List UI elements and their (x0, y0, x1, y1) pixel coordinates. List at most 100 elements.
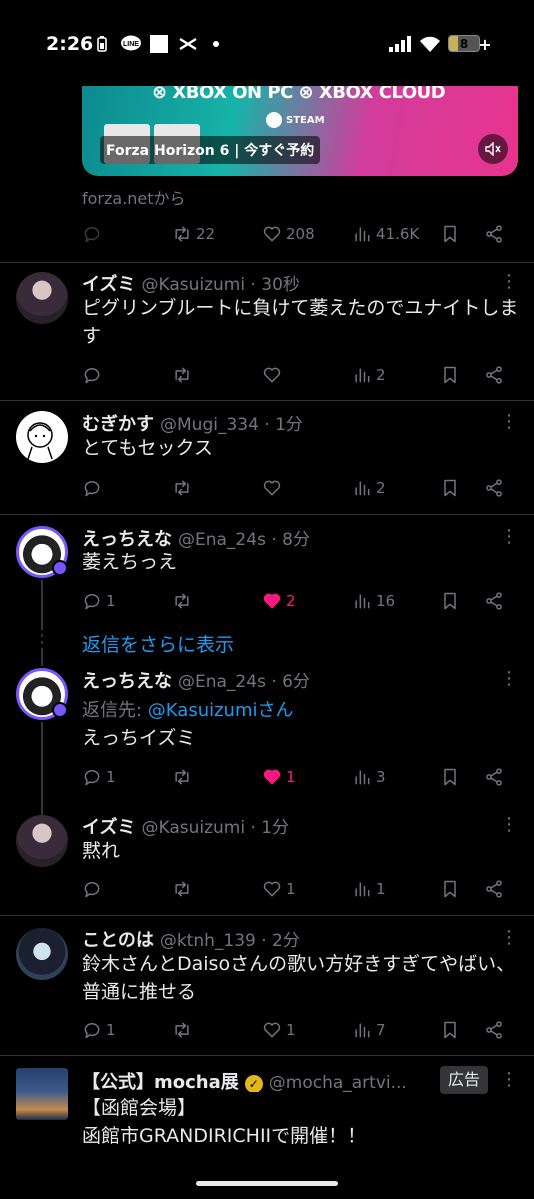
bookmark-button[interactable] (440, 476, 460, 500)
author-name[interactable]: ことのは (82, 926, 154, 950)
avatar[interactable] (16, 815, 68, 867)
views-button[interactable]: 41.6K (352, 222, 419, 246)
more-options-icon[interactable]: ⋮ (500, 928, 518, 948)
reply-button[interactable] (82, 877, 106, 901)
retweet-button[interactable] (172, 363, 196, 387)
reply-to-handle-link[interactable]: @Kasuizumiさん (148, 700, 294, 721)
post-text: 萎えちっえ (82, 551, 178, 573)
share-icon (486, 1021, 502, 1039)
more-options-icon[interactable]: ⋮ (500, 272, 518, 292)
bookmark-button[interactable] (440, 363, 460, 387)
more-options-icon[interactable]: ⋮ (500, 1070, 518, 1090)
author-name[interactable]: イズミ (82, 270, 135, 294)
retweet-button[interactable] (172, 589, 196, 613)
ad-source-link[interactable]: forza.netから (82, 185, 186, 209)
author-name[interactable]: えっちえな (82, 667, 172, 691)
views-button[interactable]: 7 (352, 1018, 386, 1042)
more-options-icon[interactable]: ⋮ (500, 527, 518, 547)
avatar[interactable] (16, 928, 68, 980)
share-button[interactable] (484, 589, 504, 613)
like-button[interactable]: 1 (262, 1018, 296, 1042)
retweet-button[interactable]: 22 (172, 222, 215, 246)
post-actions: 1 1 7 (82, 1018, 512, 1042)
views-count: 41.6K (376, 225, 420, 243)
sketch-face-icon (27, 422, 53, 460)
share-button[interactable] (484, 222, 504, 246)
retweet-button[interactable] (172, 765, 196, 789)
divider (0, 915, 534, 916)
bookmark-button[interactable] (440, 765, 460, 789)
bookmark-button[interactable] (440, 222, 460, 246)
share-button[interactable] (484, 1018, 504, 1042)
reply-button[interactable] (82, 222, 102, 246)
like-button[interactable]: 2 (262, 589, 296, 613)
ad-caption: Forza Horizon 6 | 今すぐ予約 (100, 136, 321, 164)
more-options-icon[interactable]: ⋮ (500, 815, 518, 835)
microphone-badge-icon (52, 702, 68, 718)
author-handle[interactable]: @mocha_artvi... (269, 1073, 407, 1092)
ad-banner-image[interactable]: ⊗ XBOX ON PC ⊗ XBOX CLOUD STEAM Forza Ho… (82, 86, 518, 176)
bookmark-button[interactable] (440, 589, 460, 613)
views-button[interactable]: 1 (352, 877, 386, 901)
reply-button[interactable] (82, 363, 106, 387)
like-button[interactable] (262, 363, 286, 387)
views-count: 2 (376, 479, 386, 497)
post-text: 鈴木さんとDaisoさんの歌い方好きすぎてやばい、普通に推せる (82, 953, 516, 1003)
views-button[interactable]: 2 (352, 363, 386, 387)
reply-button[interactable]: 1 (82, 589, 116, 613)
retweet-button[interactable] (172, 476, 196, 500)
author-name[interactable]: えっちえな (82, 525, 172, 549)
views-button[interactable]: 16 (352, 589, 395, 613)
more-options-icon[interactable]: ⋮ (500, 412, 518, 432)
thread-dot (41, 634, 43, 637)
views-chart-icon (355, 481, 370, 496)
author-name[interactable]: 【公式】mocha展 (82, 1068, 239, 1092)
ad-steam-text: STEAM (286, 114, 325, 126)
more-options-icon[interactable]: ⋮ (500, 669, 518, 689)
retweet-icon (175, 593, 189, 609)
author-handle-time[interactable]: @Ena_24s · 6分 (178, 667, 310, 691)
views-button[interactable]: 3 (352, 765, 386, 789)
post-actions: 1 1 3 (82, 765, 512, 789)
author-handle-time[interactable]: @Ena_24s · 8分 (178, 525, 310, 549)
reply-icon (84, 770, 100, 786)
retweet-icon (175, 480, 189, 496)
like-button[interactable]: 1 (262, 765, 296, 789)
reply-button[interactable]: 1 (82, 1018, 116, 1042)
share-button[interactable] (484, 363, 504, 387)
share-button[interactable] (484, 765, 504, 789)
avatar[interactable] (16, 272, 68, 324)
author-name[interactable]: むぎかす (82, 410, 154, 434)
share-icon (486, 880, 502, 898)
share-button[interactable] (484, 476, 504, 500)
heart-icon (263, 226, 281, 242)
retweet-icon (175, 881, 189, 897)
reply-icon (84, 594, 100, 610)
author-handle-time[interactable]: @Kasuizumi · 30秒 (141, 270, 299, 294)
author-handle-time[interactable]: @ktnh_139 · 2分 (160, 926, 300, 950)
reply-button[interactable]: 1 (82, 765, 116, 789)
reply-button[interactable] (82, 476, 106, 500)
like-button[interactable]: 208 (262, 222, 315, 246)
bookmark-button[interactable] (440, 877, 460, 901)
battery-level: 8 (459, 36, 469, 51)
author-handle-time[interactable]: @Kasuizumi · 1分 (141, 813, 289, 837)
heart-icon (263, 881, 281, 897)
bookmark-button[interactable] (440, 1018, 460, 1042)
avatar[interactable] (16, 411, 68, 463)
thread-line (41, 580, 43, 630)
avatar[interactable] (16, 1068, 68, 1120)
like-button[interactable] (262, 476, 286, 500)
home-indicator-bar[interactable] (196, 1181, 338, 1186)
mute-button[interactable] (478, 134, 508, 164)
retweet-button[interactable] (172, 1018, 196, 1042)
views-button[interactable]: 2 (352, 476, 386, 500)
post-actions: 2 (82, 476, 512, 500)
like-button[interactable]: 1 (262, 877, 296, 901)
retweet-button[interactable] (172, 877, 196, 901)
share-button[interactable] (484, 877, 504, 901)
author-name[interactable]: イズミ (82, 813, 135, 837)
author-handle-time[interactable]: @Mugi_334 · 1分 (160, 410, 303, 434)
show-more-replies-link[interactable]: 返信をさらに表示 (82, 630, 234, 657)
bookmark-icon (444, 880, 456, 898)
